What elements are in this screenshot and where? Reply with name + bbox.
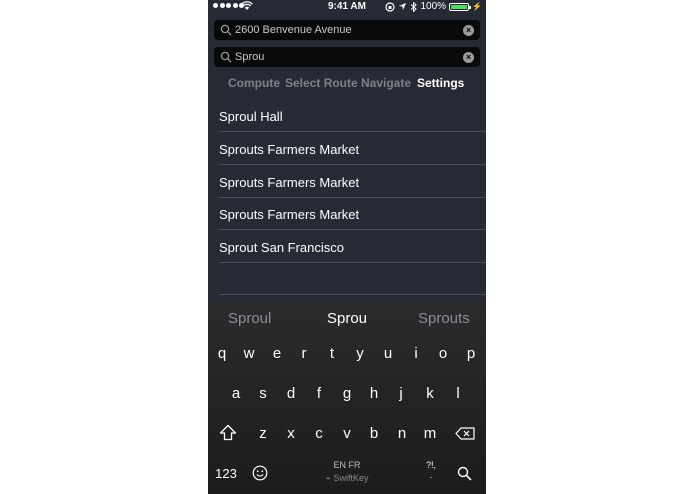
key-i[interactable]: i — [406, 345, 426, 362]
numbers-key[interactable]: 123 — [214, 466, 238, 481]
suggestion-left[interactable]: Sproul — [228, 310, 271, 327]
tab-compute[interactable]: Compute — [228, 76, 280, 90]
tab-select-route[interactable]: Select Route — [285, 76, 358, 90]
destination-search-value: Sprou — [235, 51, 265, 63]
suggestion-right[interactable]: Sprouts — [418, 310, 470, 327]
phone-screen: 9:41 AM 100% ⚡ 2600 Benvenue Avenue × Sp… — [208, 0, 486, 494]
backspace-icon[interactable] — [455, 427, 475, 440]
key-n[interactable]: n — [392, 425, 412, 442]
tab-settings[interactable]: Settings — [417, 76, 464, 90]
location-arrow-icon — [399, 2, 407, 11]
key-g[interactable]: g — [337, 385, 357, 402]
result-item[interactable]: Sproul Hall — [219, 100, 486, 132]
empty-result-row — [219, 263, 486, 295]
result-item[interactable]: Sprouts Farmers Market — [219, 133, 486, 165]
clear-icon[interactable]: × — [463, 25, 474, 36]
swiftkey-logo: ⌁ SwiftKey — [307, 473, 387, 484]
origin-search-field[interactable]: 2600 Benvenue Avenue × — [214, 20, 480, 40]
result-label: Sprout San Francisco — [219, 240, 345, 255]
key-l[interactable]: l — [448, 385, 468, 402]
key-o[interactable]: o — [433, 345, 453, 362]
emoji-icon[interactable] — [252, 465, 268, 481]
keyboard: Sproul Sprou Sprouts q w e r t y u i o p… — [208, 302, 486, 494]
key-h[interactable]: h — [364, 385, 384, 402]
search-icon — [220, 51, 232, 63]
key-k[interactable]: k — [420, 385, 440, 402]
punctuation-label: ?!, — [425, 460, 436, 470]
clear-icon[interactable]: × — [463, 52, 474, 63]
brand-label: SwiftKey — [333, 473, 369, 483]
result-item[interactable]: Sprouts Farmers Market — [219, 166, 486, 198]
language-label: EN FR — [333, 460, 361, 470]
key-c[interactable]: c — [309, 425, 329, 442]
period-label: . — [429, 470, 433, 480]
lock-rotation-icon — [385, 1, 396, 12]
key-z[interactable]: z — [253, 425, 273, 442]
key-f[interactable]: f — [309, 385, 329, 402]
result-item[interactable]: Sprouts Farmers Market — [219, 198, 486, 230]
search-key-icon[interactable] — [457, 466, 472, 481]
charging-bolt-icon: ⚡ — [472, 2, 482, 11]
result-label: Sprouts Farmers Market — [219, 175, 360, 190]
result-item[interactable]: Sprout San Francisco — [219, 231, 486, 263]
key-q[interactable]: q — [212, 345, 232, 362]
result-label: Sprouts Farmers Market — [219, 142, 360, 157]
key-u[interactable]: u — [378, 345, 398, 362]
key-j[interactable]: j — [391, 385, 411, 402]
shift-icon[interactable] — [219, 424, 237, 441]
key-r[interactable]: r — [294, 345, 314, 362]
key-d[interactable]: d — [281, 385, 301, 402]
punctuation-key[interactable]: ?!, . — [419, 460, 443, 480]
bluetooth-icon — [411, 1, 418, 12]
origin-search-value: 2600 Benvenue Avenue — [235, 24, 352, 36]
key-e[interactable]: e — [267, 345, 287, 362]
battery-icon — [449, 2, 472, 11]
search-icon — [220, 24, 232, 36]
result-label: Sproul Hall — [219, 109, 283, 124]
tab-bar: Compute Select Route Navigate Settings — [208, 74, 486, 92]
battery-percent: 100% — [420, 1, 447, 12]
destination-search-field[interactable]: Sprou × — [214, 47, 480, 67]
key-v[interactable]: v — [337, 425, 357, 442]
spacebar[interactable]: EN FR ⌁ SwiftKey — [307, 460, 387, 484]
key-x[interactable]: x — [281, 425, 301, 442]
result-label: Sprouts Farmers Market — [219, 207, 360, 222]
key-w[interactable]: w — [239, 345, 259, 362]
key-p[interactable]: p — [461, 345, 481, 362]
swiftkey-icon: ⌁ — [325, 473, 331, 483]
key-s[interactable]: s — [253, 385, 273, 402]
tab-navigate[interactable]: Navigate — [361, 76, 411, 90]
key-t[interactable]: t — [322, 345, 342, 362]
key-y[interactable]: y — [350, 345, 370, 362]
status-bar: 9:41 AM 100% ⚡ — [208, 0, 486, 14]
key-m[interactable]: m — [420, 425, 440, 442]
key-b[interactable]: b — [364, 425, 384, 442]
suggestion-center[interactable]: Sprou — [327, 310, 367, 327]
key-a[interactable]: a — [226, 385, 246, 402]
